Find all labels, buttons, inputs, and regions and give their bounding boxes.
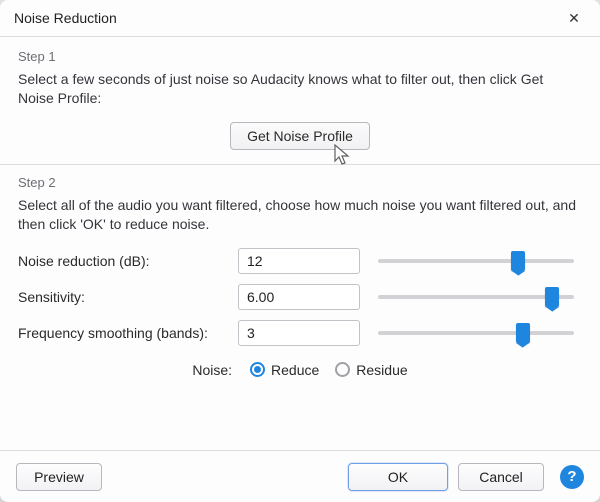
help-button[interactable]: ? (560, 465, 584, 489)
cancel-button[interactable]: Cancel (458, 463, 544, 491)
close-button[interactable]: ✕ (554, 4, 594, 32)
noise-mode-residue-label: Residue (356, 362, 407, 378)
titlebar: Noise Reduction ✕ (0, 0, 600, 36)
step1-body: Select a few seconds of just noise so Au… (18, 70, 582, 108)
noise-reduction-dialog: Noise Reduction ✕ Step 1 Select a few se… (0, 0, 600, 502)
slider-thumb-icon[interactable] (516, 323, 530, 343)
dialog-footer: Preview OK Cancel ? (0, 450, 600, 502)
noise-reduction-label: Noise reduction (dB): (18, 253, 228, 269)
step1-heading: Step 1 (18, 49, 582, 64)
radio-icon (335, 362, 350, 377)
noise-reduction-input[interactable] (238, 248, 360, 274)
sensitivity-label: Sensitivity: (18, 289, 228, 305)
window-title: Noise Reduction (14, 10, 554, 26)
noise-mode-row: Noise: Reduce Residue (18, 362, 582, 378)
step2-heading: Step 2 (18, 175, 582, 190)
frequency-smoothing-row: Frequency smoothing (bands): (18, 320, 582, 346)
frequency-smoothing-label: Frequency smoothing (bands): (18, 325, 228, 341)
noise-mode-residue-radio[interactable]: Residue (335, 362, 407, 378)
sensitivity-input[interactable] (238, 284, 360, 310)
noise-reduction-row: Noise reduction (dB): (18, 248, 582, 274)
slider-thumb-icon[interactable] (545, 287, 559, 307)
noise-mode-reduce-label: Reduce (271, 362, 319, 378)
ok-button[interactable]: OK (348, 463, 448, 491)
preview-button[interactable]: Preview (16, 463, 102, 491)
frequency-smoothing-input[interactable] (238, 320, 360, 346)
noise-mode-label: Noise: (192, 362, 232, 378)
close-icon: ✕ (568, 10, 580, 27)
radio-icon (250, 362, 265, 377)
slider-thumb-icon[interactable] (511, 251, 525, 271)
slider-track (378, 259, 574, 263)
dialog-content: Step 1 Select a few seconds of just nois… (0, 37, 600, 450)
sensitivity-row: Sensitivity: (18, 284, 582, 310)
noise-mode-reduce-radio[interactable]: Reduce (250, 362, 319, 378)
sensitivity-slider[interactable] (370, 284, 582, 310)
frequency-smoothing-slider[interactable] (370, 320, 582, 346)
get-noise-profile-row: Get Noise Profile (18, 122, 582, 150)
noise-reduction-slider[interactable] (370, 248, 582, 274)
slider-track (378, 331, 574, 335)
help-icon: ? (567, 468, 576, 485)
step2-body: Select all of the audio you want filtere… (18, 196, 582, 234)
get-noise-profile-button[interactable]: Get Noise Profile (230, 122, 370, 150)
divider (0, 164, 600, 165)
